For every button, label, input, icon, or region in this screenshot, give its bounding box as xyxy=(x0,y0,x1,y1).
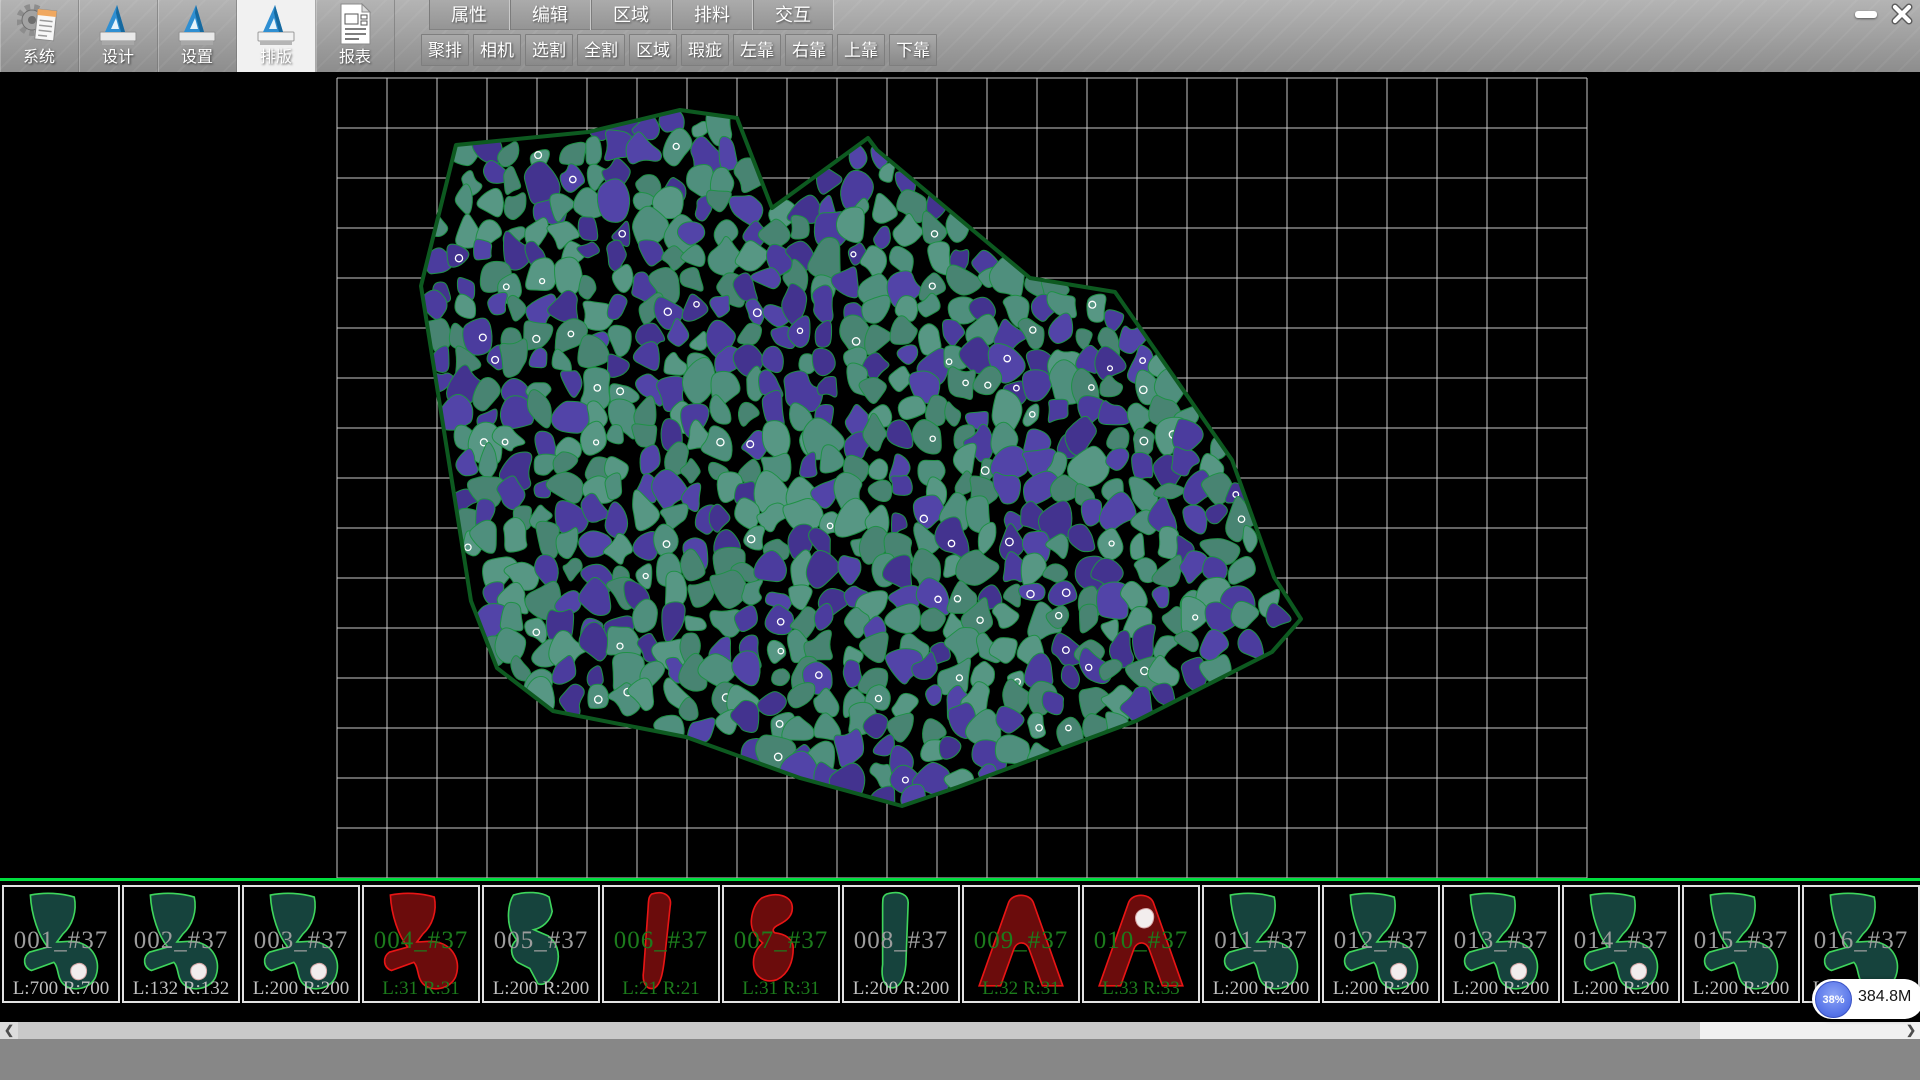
piece-id-label: 013_#37 xyxy=(1444,927,1558,955)
piece-count-label: L:21 R:21 xyxy=(604,978,718,1000)
piece-id-label: 008_#37 xyxy=(844,927,958,955)
piece-count-label: L:33 R:33 xyxy=(1084,978,1198,1000)
action-button-5[interactable]: 区域 xyxy=(629,34,677,66)
action-button-2[interactable]: 相机 xyxy=(473,34,521,66)
main-toolbar: 系统 设计 设置 xyxy=(0,0,1920,72)
piece-count-label: L:200 R:200 xyxy=(1204,978,1318,1000)
piece-id-label: 005_#37 xyxy=(484,927,598,955)
menu-tab-3[interactable]: 区域 xyxy=(591,0,672,30)
status-bar-area xyxy=(0,1039,1920,1080)
piece-thumbnail-009_#37[interactable]: 009_#37 L:32 R:31 xyxy=(962,885,1080,1003)
menu-tab-2[interactable]: 编辑 xyxy=(510,0,591,30)
action-button-9[interactable]: 上靠 xyxy=(837,34,885,66)
action-button-1[interactable]: 聚排 xyxy=(421,34,469,66)
memory-value: 384.8M xyxy=(1858,988,1911,1006)
piece-thumbnail-003_#37[interactable]: 003_#37 L:200 R:200 xyxy=(242,885,360,1003)
piece-id-label: 015_#37 xyxy=(1684,927,1798,955)
menu-tab-5[interactable]: 交互 xyxy=(753,0,834,30)
action-button-6[interactable]: 瑕疵 xyxy=(681,34,729,66)
menu-tab-4[interactable]: 排料 xyxy=(672,0,753,30)
piece-thumbnail-001_#37[interactable]: 001_#37 L:700 R:700 xyxy=(2,885,120,1003)
system-gear-icon xyxy=(17,1,61,47)
toolbar-button-report[interactable]: 报表 xyxy=(316,0,395,72)
close-button[interactable] xyxy=(1888,3,1916,25)
piece-count-label: L:132 R:132 xyxy=(124,978,238,1000)
report-document-icon xyxy=(333,1,377,47)
toolbar-button-design[interactable]: 设计 xyxy=(79,0,158,72)
scroll-left-arrow-icon[interactable]: ❮ xyxy=(0,1022,18,1039)
scrollbar-thumb[interactable] xyxy=(18,1022,1700,1039)
close-icon xyxy=(1891,3,1913,25)
toolbar-label-report: 报表 xyxy=(339,47,371,69)
action-button-bar: 聚排相机选割全割区域瑕疵左靠右靠上靠下靠 xyxy=(421,34,937,66)
action-button-3[interactable]: 选割 xyxy=(525,34,573,66)
piece-thumbnail-014_#37[interactable]: 014_#37 L:200 R:200 xyxy=(1562,885,1680,1003)
piece-thumbnail-007_#37[interactable]: 007_#37 L:31 R:31 xyxy=(722,885,840,1003)
piece-thumbnail-004_#37[interactable]: 004_#37 L:31 R:31 xyxy=(362,885,480,1003)
piece-id-label: 012_#37 xyxy=(1324,927,1438,955)
action-button-10[interactable]: 下靠 xyxy=(889,34,937,66)
piece-count-label: L:700 R:700 xyxy=(4,978,118,1000)
piece-id-label: 004_#37 xyxy=(364,927,478,955)
toolbar-label-nesting: 排版 xyxy=(260,47,292,69)
nesting-svg xyxy=(0,72,1920,878)
piece-count-label: L:200 R:200 xyxy=(1444,978,1558,1000)
toolbar-button-nesting[interactable]: 排版 xyxy=(237,0,316,72)
action-button-4[interactable]: 全割 xyxy=(577,34,625,66)
piece-id-label: 002_#37 xyxy=(124,927,238,955)
piece-count-label: L:200 R:200 xyxy=(484,978,598,1000)
piece-thumbnail-005_#37[interactable]: 005_#37 L:200 R:200 xyxy=(482,885,600,1003)
piece-thumbnail-012_#37[interactable]: 012_#37 L:200 R:200 xyxy=(1322,885,1440,1003)
piece-id-label: 007_#37 xyxy=(724,927,838,955)
piece-id-label: 003_#37 xyxy=(244,927,358,955)
toolbar-button-system[interactable]: 系统 xyxy=(0,0,79,72)
piece-id-label: 016_#37 xyxy=(1804,927,1918,955)
piece-thumbnail-strip: 001_#37L:700 R:700002_#37L:132 R:132003_… xyxy=(0,881,1920,1005)
piece-count-label: L:31 R:31 xyxy=(724,978,838,1000)
memory-status-pill[interactable]: 38% 384.8M xyxy=(1812,979,1920,1019)
piece-count-label: L:200 R:200 xyxy=(844,978,958,1000)
strip-top-divider xyxy=(0,878,1920,881)
menu-tab-bar: 属性编辑区域排料交互 xyxy=(429,0,834,30)
piece-count-label: L:32 R:31 xyxy=(964,978,1078,1000)
piece-count-label: L:200 R:200 xyxy=(1684,978,1798,1000)
settings-ruler-icon xyxy=(175,1,219,47)
toolbar-button-group: 系统 设计 设置 xyxy=(0,0,395,72)
piece-thumbnail-011_#37[interactable]: 011_#37 L:200 R:200 xyxy=(1202,885,1320,1003)
window-controls xyxy=(1852,3,1916,25)
design-ruler-icon xyxy=(96,1,140,47)
action-button-7[interactable]: 左靠 xyxy=(733,34,781,66)
piece-thumbnail-013_#37[interactable]: 013_#37 L:200 R:200 xyxy=(1442,885,1560,1003)
nesting-canvas[interactable] xyxy=(0,72,1920,878)
action-button-8[interactable]: 右靠 xyxy=(785,34,833,66)
piece-thumbnail-008_#37[interactable]: 008_#37 L:200 R:200 xyxy=(842,885,960,1003)
piece-id-label: 009_#37 xyxy=(964,927,1078,955)
piece-id-label: 010_#37 xyxy=(1084,927,1198,955)
piece-id-label: 001_#37 xyxy=(4,927,118,955)
piece-count-label: L:200 R:200 xyxy=(1564,978,1678,1000)
piece-count-label: L:200 R:200 xyxy=(1324,978,1438,1000)
toolbar-button-settings[interactable]: 设置 xyxy=(158,0,237,72)
piece-id-label: 006_#37 xyxy=(604,927,718,955)
toolbar-label-design: 设计 xyxy=(102,47,134,69)
minimize-icon xyxy=(1855,11,1877,18)
piece-thumbnail-002_#37[interactable]: 002_#37 L:132 R:132 xyxy=(122,885,240,1003)
piece-thumbnail-010_#37[interactable]: 010_#37 L:33 R:33 xyxy=(1082,885,1200,1003)
piece-thumbnail-006_#37[interactable]: 006_#37 L:21 R:21 xyxy=(602,885,720,1003)
piece-id-label: 014_#37 xyxy=(1564,927,1678,955)
scroll-right-arrow-icon[interactable]: ❯ xyxy=(1902,1022,1920,1039)
toolbar-label-system: 系统 xyxy=(23,47,55,69)
minimize-button[interactable] xyxy=(1852,3,1880,25)
horizontal-scrollbar[interactable]: ❮ ❯ xyxy=(0,1022,1920,1039)
nesting-ruler-icon xyxy=(254,1,298,47)
piece-thumbnail-015_#37[interactable]: 015_#37 L:200 R:200 xyxy=(1682,885,1800,1003)
menu-tab-1[interactable]: 属性 xyxy=(429,0,510,30)
piece-count-label: L:200 R:200 xyxy=(244,978,358,1000)
piece-count-label: L:31 R:31 xyxy=(364,978,478,1000)
toolbar-label-settings: 设置 xyxy=(181,47,213,69)
piece-id-label: 011_#37 xyxy=(1204,927,1318,955)
progress-circle: 38% xyxy=(1815,981,1852,1018)
